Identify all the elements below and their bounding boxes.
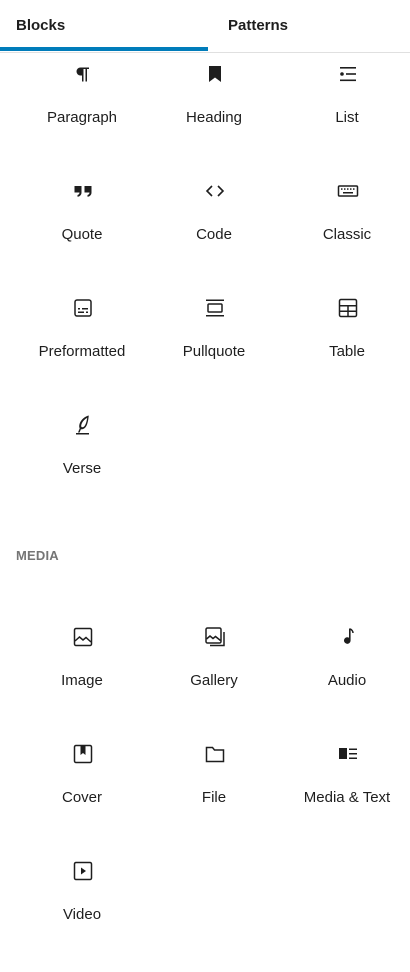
block-label: Heading — [186, 109, 242, 126]
block-table[interactable]: Table — [281, 292, 410, 382]
section-header-media: MEDIA — [16, 548, 59, 563]
video-icon — [71, 859, 95, 883]
text-blocks-grid: Paragraph Heading List Quote Code Classi… — [16, 58, 410, 526]
heading-icon — [203, 62, 227, 86]
block-label: Code — [196, 226, 232, 243]
paragraph-icon — [71, 62, 95, 86]
file-icon — [203, 742, 227, 766]
inserter-tabs: Blocks Patterns — [0, 0, 410, 53]
block-label: Verse — [62, 460, 102, 477]
block-label: Quote — [61, 226, 103, 243]
tab-patterns[interactable]: Patterns — [228, 0, 288, 50]
block-paragraph[interactable]: Paragraph — [16, 58, 148, 148]
active-tab-indicator — [0, 47, 208, 51]
block-label: Video — [62, 906, 102, 923]
block-label: List — [335, 109, 359, 126]
tab-blocks[interactable]: Blocks — [16, 0, 65, 50]
audio-icon — [336, 625, 360, 649]
block-label: Media & Text — [303, 789, 391, 806]
cover-icon — [71, 742, 95, 766]
block-code[interactable]: Code — [148, 175, 280, 265]
block-preformatted[interactable]: Preformatted — [16, 292, 148, 382]
media-blocks-grid: Image Gallery Audio Cover File Media & T… — [16, 621, 410, 972]
pullquote-icon — [203, 296, 227, 320]
block-label: Gallery — [190, 672, 238, 689]
block-label: Cover — [61, 789, 102, 806]
block-label: Classic — [322, 226, 372, 243]
block-image[interactable]: Image — [16, 621, 148, 711]
image-icon — [71, 625, 95, 649]
block-quote[interactable]: Quote — [16, 175, 148, 265]
block-label: File — [201, 789, 227, 806]
block-label: Image — [61, 672, 103, 689]
block-pullquote[interactable]: Pullquote — [148, 292, 280, 382]
preformatted-icon — [71, 296, 95, 320]
keyboard-icon — [336, 179, 360, 203]
block-classic[interactable]: Classic — [281, 175, 410, 265]
block-cover[interactable]: Cover — [16, 738, 148, 828]
block-heading[interactable]: Heading — [148, 58, 280, 148]
block-label: Audio — [327, 672, 367, 689]
quote-icon — [71, 179, 95, 203]
block-label: Pullquote — [182, 343, 246, 360]
table-icon — [336, 296, 360, 320]
block-label: Table — [329, 343, 365, 360]
block-label: Preformatted — [38, 343, 126, 360]
verse-icon — [71, 413, 95, 437]
block-media-text[interactable]: Media & Text — [281, 738, 410, 828]
block-audio[interactable]: Audio — [281, 621, 410, 711]
block-video[interactable]: Video — [16, 855, 148, 945]
list-icon — [336, 62, 360, 86]
block-verse[interactable]: Verse — [16, 409, 148, 499]
code-icon — [203, 179, 227, 203]
block-list[interactable]: List — [281, 58, 410, 148]
gallery-icon — [203, 625, 227, 649]
block-file[interactable]: File — [148, 738, 280, 828]
media-text-icon — [336, 742, 360, 766]
block-label: Paragraph — [46, 109, 118, 126]
block-gallery[interactable]: Gallery — [148, 621, 280, 711]
